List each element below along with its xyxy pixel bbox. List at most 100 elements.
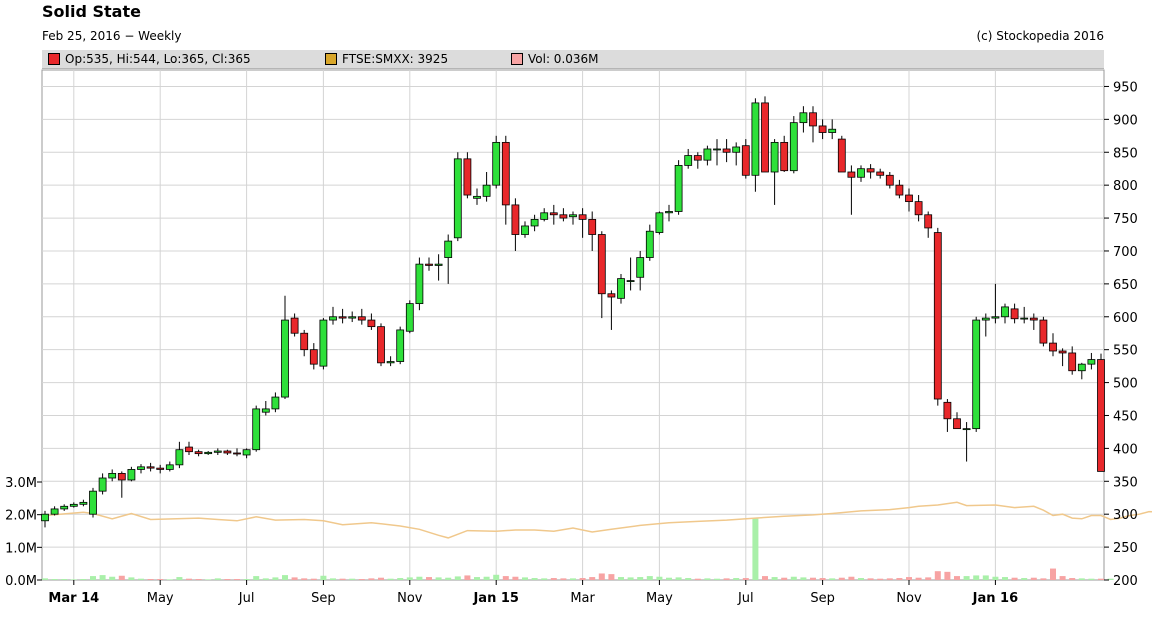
date-tick-label: Jul [737,591,754,606]
candle-body [962,428,971,431]
candle-body [597,234,606,295]
volume-tick-label: 2.0M [5,509,37,524]
volume-bar [666,577,672,580]
candle-body [770,141,779,173]
volume-bar [272,577,279,580]
volume-bar [291,577,298,580]
volume-bar [877,578,884,580]
candle-body [473,195,481,199]
candle-body [626,280,635,282]
candle-body [261,408,270,413]
volume-bar [138,578,144,580]
candle-body [799,112,808,124]
candle-body [943,401,952,420]
candle-body [828,128,837,133]
candle-body [1087,359,1096,365]
price-tick-label: 750 [1113,212,1138,227]
candle-body [156,467,165,470]
volume-bar [790,576,797,580]
candle-body [69,503,78,507]
candle-body [415,263,424,305]
candle-body [271,396,280,410]
price-tick-label: 450 [1113,409,1138,424]
volume-bar [493,574,500,580]
volume-bar [829,578,836,580]
price-tick-label: 900 [1113,113,1138,128]
volume-bar [166,579,173,580]
volume-bar [253,576,260,580]
volume-bar [627,577,634,580]
candle-body [127,469,136,481]
volume-bar [781,577,788,580]
volume-bar [1011,577,1018,580]
candle-body [223,450,232,454]
volume-bar [157,579,164,580]
volume-bar [838,577,845,580]
price-tick-label: 600 [1113,311,1138,326]
date-tick-label: Sep [311,591,336,606]
volume-bar [464,575,471,580]
volume-bar [906,577,912,580]
volume-bar [925,577,932,580]
volume-bar [541,578,548,580]
candle-body [578,214,587,220]
volume-axis: 0.0M 1.0M 2.0M 3.0M [5,476,42,589]
volume-bar [944,571,951,580]
price-tick-label: 700 [1113,245,1138,260]
candle-body [386,361,395,364]
candle-body [818,125,827,133]
candle-body [655,212,664,233]
volume-bar [637,577,644,580]
volume-bar [570,578,576,580]
volume-bar [474,577,480,580]
index-line [44,501,1152,539]
candle-body [329,316,337,321]
candle-body [885,174,894,186]
stock-chart: 200 250 300 350 400 450 500 550 600 650 700 750 800 8… [5,69,1152,606]
volume-bar [771,577,778,580]
volume-tick-label: 0.0M [5,574,37,589]
candle-body [722,148,731,153]
date-axis: Mar 14 May Jul Sep Nov Jan 15 Mar May Jul Sep Nov J… [48,580,1018,606]
price-tick-label: 500 [1113,377,1138,392]
candle-body [645,230,654,258]
volume-bar [454,576,461,580]
volume-bar [723,578,730,580]
candle-body [482,184,491,197]
candle-body [588,218,597,235]
volume-bar [1050,568,1056,580]
candle-body [933,232,942,400]
volume-bar [522,577,528,580]
volume-bar [742,578,749,580]
volume-bar [992,576,999,580]
candle-body [895,184,904,196]
candle-body [684,155,693,166]
volume-bar [733,578,740,580]
candle-body [434,263,443,266]
volume-bar [70,579,77,580]
volume-bar [51,579,58,580]
candle-body [300,332,309,351]
volume-bar [886,578,893,580]
candle-body [41,513,49,522]
volume-bar [109,576,116,580]
candle-body [1039,319,1048,344]
volume-bar [1078,578,1085,580]
candle-body [674,165,683,212]
date-tick-label: May [147,591,174,606]
candle-body [1068,352,1077,372]
candle-body [972,319,981,430]
candle-body [1001,306,1009,318]
volume-bar [1021,578,1028,580]
volume-bar [234,579,240,580]
volume-bar [954,576,960,580]
volume-bar [589,577,596,580]
candle-body [396,329,405,362]
volume-bar [848,576,855,580]
volume-bar [176,577,183,580]
price-candles [41,96,1105,528]
candle-body [549,212,558,216]
volume-bar [368,578,375,580]
volume-bar [1040,578,1047,580]
candle-body [348,316,357,319]
